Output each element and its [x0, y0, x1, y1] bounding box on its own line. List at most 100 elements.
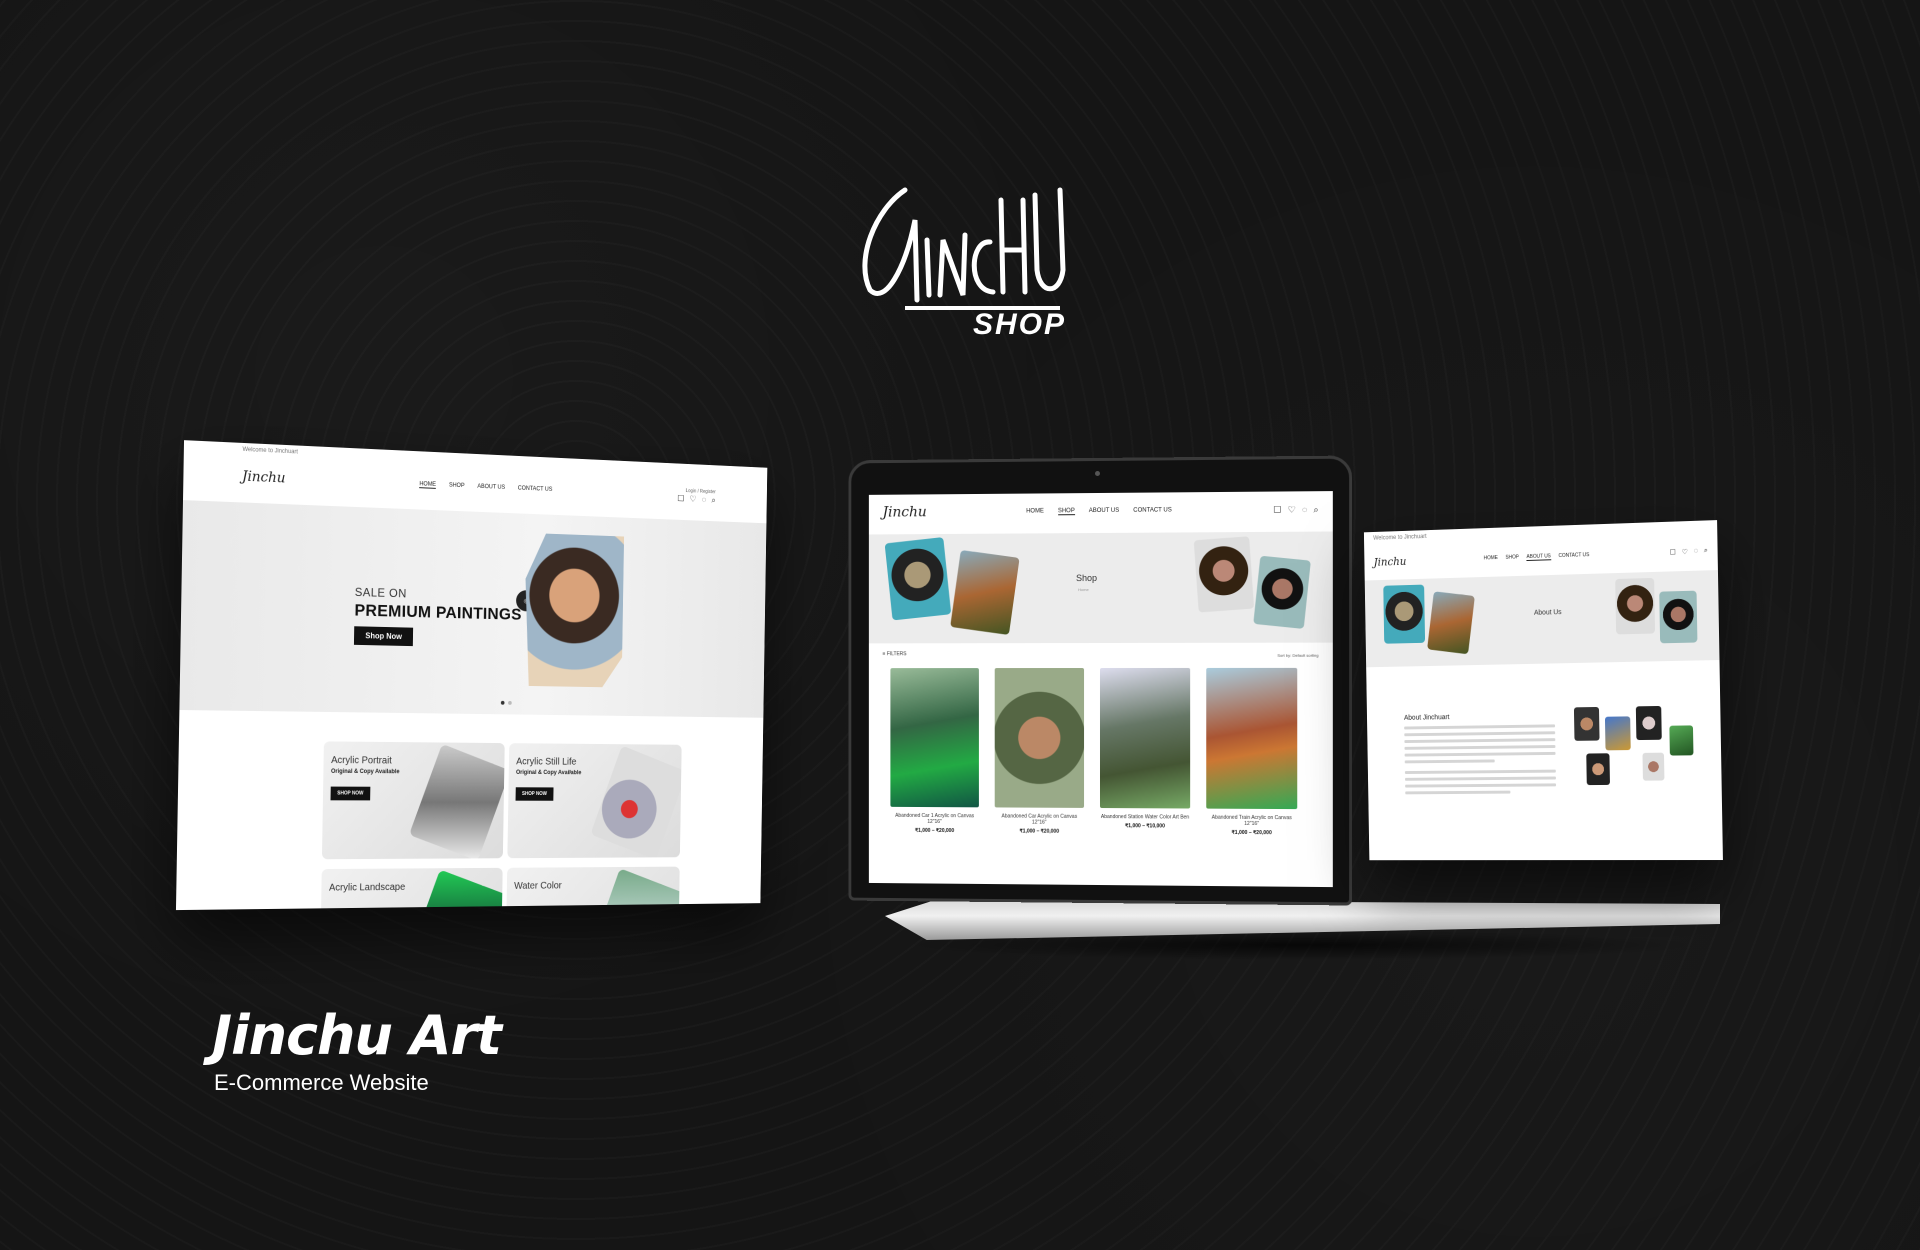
- category-card-acrylic-portrait[interactable]: Acrylic Portrait Original & Copy Availab…: [322, 741, 505, 859]
- nav-home[interactable]: HOME: [1484, 555, 1498, 562]
- category-art-image: [409, 744, 505, 859]
- brand-logo: SHOP: [845, 180, 1075, 350]
- product-price: ₹1,000 – ₹20,000: [995, 828, 1084, 835]
- banner-portrait-image: [885, 537, 952, 620]
- gallery-thumbnail[interactable]: [1642, 753, 1664, 781]
- about-text-block: [1404, 724, 1556, 798]
- category-art-image: [588, 868, 679, 910]
- gallery-thumbnail[interactable]: [1605, 716, 1631, 750]
- about-page-title: About Us: [1534, 609, 1562, 617]
- site-logo[interactable]: Jinchu: [1374, 555, 1407, 569]
- banner-train-image: [1427, 591, 1475, 654]
- category-sub: Original & Copy Available: [331, 769, 400, 775]
- site-logo[interactable]: Jinchu: [242, 469, 286, 487]
- banner-portrait-image: [1659, 591, 1697, 644]
- heart-icon[interactable]: ♡: [1682, 548, 1688, 556]
- product-name[interactable]: Abandoned Car 1 Acrylic on Canvas 12"16": [890, 813, 979, 825]
- product-image[interactable]: [890, 668, 979, 807]
- nav-contact[interactable]: CONTACT US: [518, 485, 553, 493]
- laptop-device: Jinchu HOME SHOP ABOUT US CONTACT US ☐ ♡…: [848, 456, 1352, 906]
- product-name[interactable]: Abandoned Station Water Color Art Ben: [1100, 814, 1190, 821]
- category-name: Acrylic Still Life: [516, 757, 576, 768]
- nav-home[interactable]: HOME: [419, 481, 436, 488]
- category-name: Acrylic Portrait: [331, 755, 392, 766]
- search-icon[interactable]: ⌕: [1704, 547, 1708, 555]
- nav-contact[interactable]: CONTACT US: [1558, 552, 1589, 560]
- project-subtitle: E-Commerce Website: [214, 1070, 429, 1096]
- category-name: Water Color: [514, 881, 562, 892]
- product-name[interactable]: Abandoned Train Acrylic on Canvas 12"16": [1206, 815, 1297, 828]
- banner-portrait-image: [1615, 578, 1655, 635]
- category-sub: Original & Copy Available: [516, 770, 581, 776]
- nav-about[interactable]: ABOUT US: [1089, 507, 1120, 514]
- nav-home[interactable]: HOME: [1026, 508, 1044, 515]
- banner-portrait-image: [1383, 585, 1425, 644]
- search-icon[interactable]: ⌕: [1313, 504, 1318, 515]
- main-nav: HOME SHOP ABOUT US CONTACT US: [1026, 507, 1172, 515]
- hero-banner: SALE ON PREMIUM PAINTINGS Shop Now ◎: [179, 500, 766, 718]
- account-icon[interactable]: ☐: [677, 493, 684, 504]
- category-shop-now-button[interactable]: SHOP NOW: [331, 787, 371, 801]
- product-price: ₹1,000 – ₹10,000: [1100, 823, 1190, 830]
- banner-train-image: [950, 550, 1019, 635]
- nav-about[interactable]: ABOUT US: [1526, 553, 1550, 561]
- brand-shop-text: SHOP: [973, 308, 1066, 342]
- product-image[interactable]: [995, 668, 1084, 808]
- category-art-image: [407, 870, 503, 911]
- product-image[interactable]: [1100, 668, 1190, 809]
- account-icon[interactable]: ☐: [1670, 548, 1676, 556]
- sort-select[interactable]: Sort by: Default sorting: [1277, 653, 1318, 658]
- home-page-mockup: Welcome to Jinchuart Jinchu HOME SHOP AB…: [176, 440, 767, 910]
- project-title: Jinchu Art: [212, 1004, 501, 1067]
- gallery-thumbnail[interactable]: [1636, 706, 1662, 740]
- product-price: ₹1,000 – ₹20,000: [1206, 830, 1297, 837]
- product-image[interactable]: [1206, 668, 1297, 809]
- hero-sale-text: SALE ON: [355, 585, 407, 600]
- banner-portrait-image: [1194, 536, 1254, 612]
- hero-title: PREMIUM PAINTINGS: [354, 601, 522, 625]
- shop-page-mockup: Jinchu HOME SHOP ABOUT US CONTACT US ☐ ♡…: [869, 491, 1333, 887]
- about-banner: About Us: [1365, 570, 1720, 667]
- cart-icon[interactable]: ◌: [702, 494, 707, 504]
- shop-now-button[interactable]: Shop Now: [354, 626, 413, 646]
- category-card-acrylic-landscape[interactable]: Acrylic Landscape: [320, 868, 503, 910]
- product-card[interactable]: Abandoned Train Acrylic on Canvas 12"16"…: [1206, 668, 1297, 836]
- category-shop-now-button[interactable]: SHOP NOW: [516, 787, 554, 800]
- gallery-thumbnail[interactable]: [1586, 753, 1610, 785]
- nav-about[interactable]: ABOUT US: [477, 483, 505, 491]
- search-icon[interactable]: ⌕: [711, 495, 715, 505]
- gallery-thumbnail[interactable]: [1669, 725, 1693, 755]
- carousel-dots[interactable]: [501, 701, 512, 705]
- heart-icon[interactable]: ♡: [1288, 504, 1296, 515]
- hero-portrait-painting: [524, 533, 624, 688]
- filters-toggle[interactable]: ≡ FILTERS: [883, 651, 907, 657]
- category-art-image: [590, 745, 681, 858]
- main-nav: HOME SHOP ABOUT US CONTACT US: [1484, 552, 1590, 562]
- product-name[interactable]: Abandoned Car Acrylic on Canvas 12"16": [995, 813, 1084, 826]
- site-logo[interactable]: Jinchu: [883, 504, 927, 520]
- heart-icon[interactable]: ♡: [689, 494, 696, 505]
- shop-page-title: Shop: [1076, 573, 1097, 583]
- gallery-thumbnail[interactable]: [1574, 707, 1600, 741]
- product-card[interactable]: Abandoned Station Water Color Art Ben ₹1…: [1100, 668, 1190, 830]
- category-card-water-color[interactable]: Water Color: [505, 867, 679, 910]
- product-card[interactable]: Abandoned Car 1 Acrylic on Canvas 12"16"…: [890, 668, 979, 834]
- category-card-acrylic-still-life[interactable]: Acrylic Still Life Original & Copy Avail…: [507, 743, 681, 858]
- cart-icon[interactable]: ◌: [1694, 548, 1698, 556]
- nav-shop[interactable]: SHOP: [449, 482, 465, 489]
- about-page-mockup: Welcome to Jinchuart Jinchu HOME SHOP AB…: [1364, 520, 1723, 860]
- filters-label: FILTERS: [887, 651, 907, 657]
- site-header: Jinchu HOME SHOP ABOUT US CONTACT US ☐ ♡…: [869, 491, 1333, 530]
- nav-shop[interactable]: SHOP: [1505, 554, 1519, 561]
- shop-banner: Shop Home: [869, 531, 1333, 643]
- category-name: Acrylic Landscape: [329, 882, 405, 893]
- account-icon[interactable]: ☐: [1273, 504, 1281, 515]
- nav-contact[interactable]: CONTACT US: [1133, 507, 1172, 514]
- breadcrumb[interactable]: Home: [1078, 587, 1089, 592]
- nav-shop[interactable]: SHOP: [1058, 508, 1075, 515]
- camera-icon: [1095, 471, 1100, 476]
- product-card[interactable]: Abandoned Car Acrylic on Canvas 12"16" ₹…: [995, 668, 1084, 835]
- about-heading: About Jinchuart: [1404, 714, 1449, 721]
- cart-icon[interactable]: ◌: [1302, 504, 1307, 515]
- banner-portrait-image: [1253, 556, 1311, 629]
